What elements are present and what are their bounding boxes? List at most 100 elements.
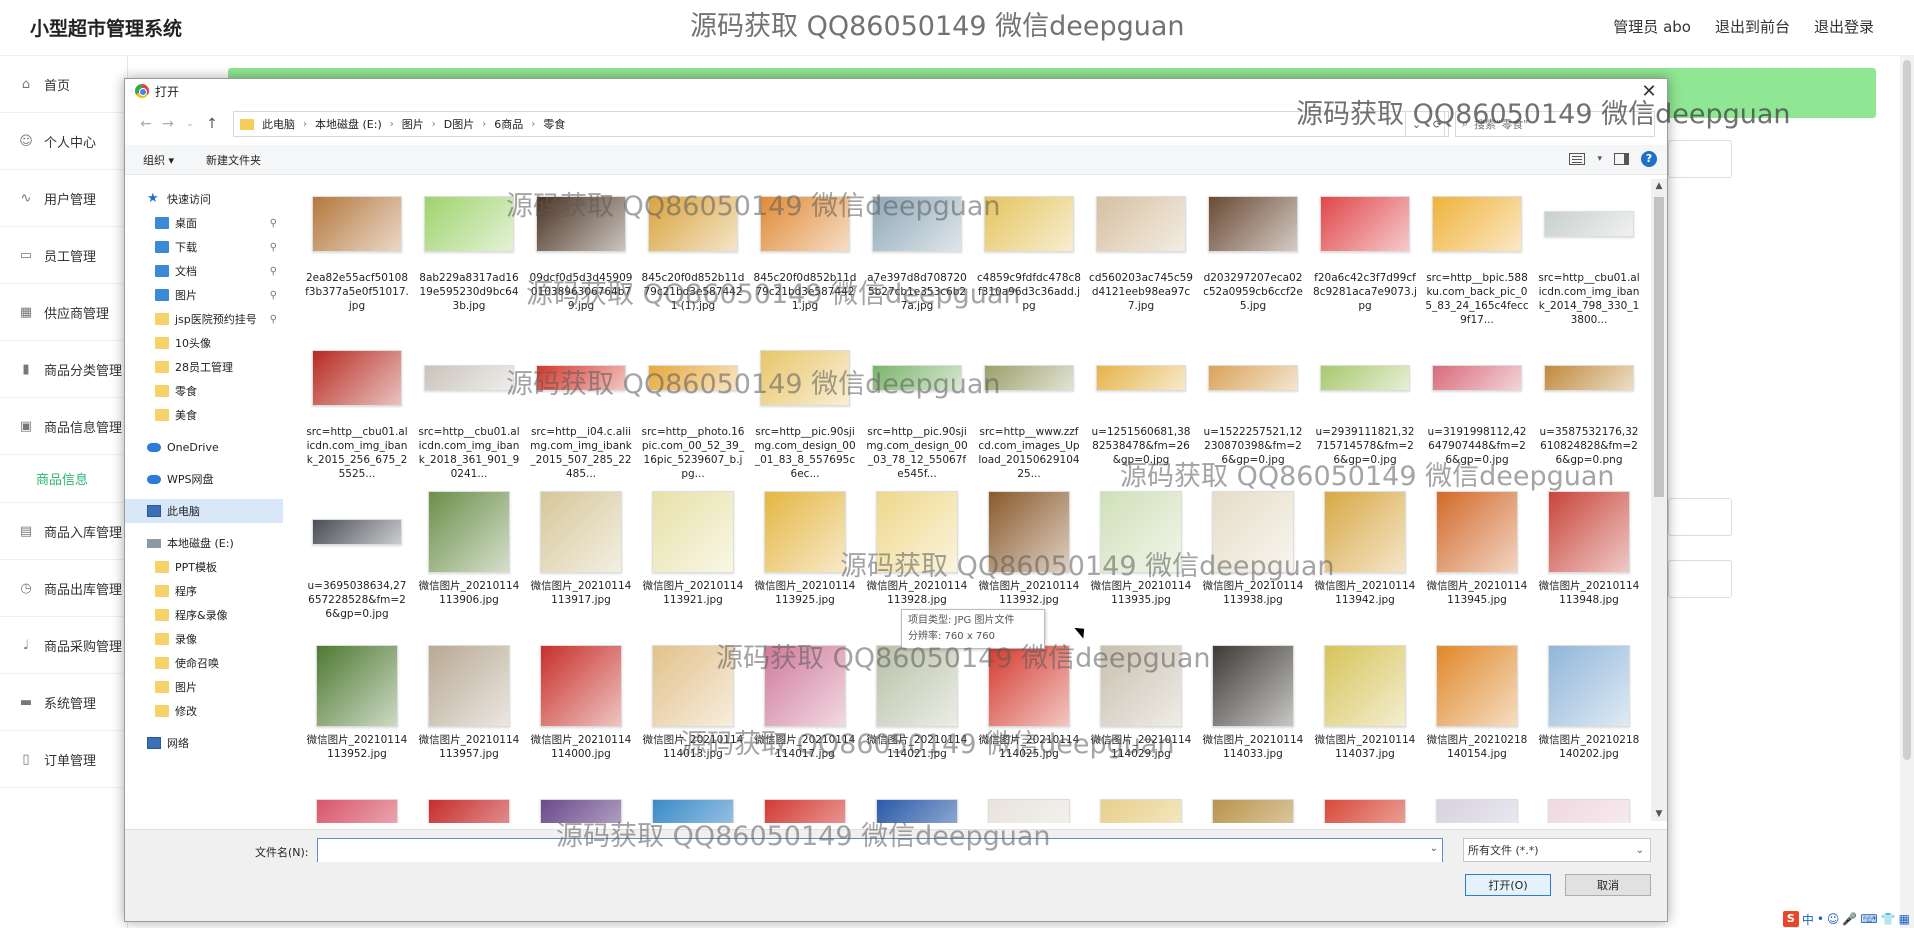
tree-item[interactable]: 下载 ⚲: [125, 235, 283, 259]
file-item[interactable]: u=1522257521,12230870398&fm=26&gp=0.jpg: [1197, 333, 1309, 481]
file-item[interactable]: 微信图片_20210114113906.jpg: [413, 487, 525, 635]
tree-item[interactable]: 本地磁盘 (E:): [125, 531, 283, 555]
file-item[interactable]: [1533, 795, 1641, 823]
file-item[interactable]: src=http__cbu01.alicdn.com_img_ibank_201…: [413, 333, 525, 481]
file-item[interactable]: 微信图片_20210114114029.jpg: [1085, 641, 1197, 789]
sidebar-item[interactable]: ▣ 商品信息管理: [0, 398, 127, 455]
breadcrumb-item[interactable]: 图片 ›: [402, 116, 444, 132]
file-item[interactable]: u=1251560681,3882538478&fm=26&gp=0.jpg: [1085, 333, 1197, 481]
dot-icon[interactable]: •: [1817, 912, 1824, 926]
address-bar[interactable]: 此电脑 › 本地磁盘 (E:) › 图片 › D图片 › 6商品 › 零食: [233, 111, 1445, 137]
file-item[interactable]: 2ea82e55acf50108f3b377a5e0f51017.jpg: [301, 179, 413, 327]
file-item[interactable]: src=http__i04.c.aliimg.com_img_ibank_201…: [525, 333, 637, 481]
tree-item[interactable]: PPT模板: [125, 555, 283, 579]
chevron-down-icon[interactable]: ⌄: [1412, 118, 1421, 131]
mic-icon[interactable]: 🎤: [1842, 912, 1857, 926]
file-item[interactable]: [749, 795, 861, 823]
file-item[interactable]: 微信图片_20210114113948.jpg: [1533, 487, 1641, 635]
file-item[interactable]: src=http__pic.90sjimg.com_design_00_03_7…: [861, 333, 973, 481]
file-item[interactable]: [973, 795, 1085, 823]
chevron-right-icon[interactable]: ›: [303, 119, 307, 130]
tree-item[interactable]: jsp医院预约挂号 ⚲: [125, 307, 283, 331]
up-arrow-icon[interactable]: ↑: [201, 116, 223, 132]
file-item[interactable]: [413, 795, 525, 823]
tree-item[interactable]: 网络: [125, 731, 283, 755]
file-item[interactable]: [1197, 795, 1309, 823]
file-item[interactable]: 微信图片_20210218140154.jpg: [1421, 641, 1533, 789]
tree-item[interactable]: 图片 ⚲: [125, 283, 283, 307]
file-item[interactable]: 微信图片_20210114113917.jpg: [525, 487, 637, 635]
view-options-icon[interactable]: [1569, 153, 1586, 165]
file-item[interactable]: src=http__pic.90sjimg.com_design_00_01_8…: [749, 333, 861, 481]
tree-item[interactable]: 零食: [125, 379, 283, 403]
breadcrumb-item[interactable]: 此电脑 ›: [262, 116, 315, 132]
breadcrumb-item[interactable]: 本地磁盘 (E:) ›: [315, 116, 402, 132]
sidebar-item[interactable]: ▯ 订单管理: [0, 731, 127, 788]
sidebar-item[interactable]: ∿ 用户管理: [0, 170, 127, 227]
breadcrumb-item[interactable]: 零食: [543, 116, 565, 132]
page-scrollbar[interactable]: [1900, 56, 1914, 928]
file-scrollbar-thumb[interactable]: [1654, 197, 1664, 497]
file-item[interactable]: u=2939111821,32715714578&fm=26&gp=0.jpg: [1309, 333, 1421, 481]
tree-item[interactable]: 10头像: [125, 331, 283, 355]
tree-item[interactable]: 使命召唤: [125, 651, 283, 675]
filename-input[interactable]: [318, 839, 1442, 862]
tree-item[interactable]: WPS网盘: [125, 467, 283, 491]
sidebar-item[interactable]: ▦ 供应商管理: [0, 284, 127, 341]
new-folder-button[interactable]: 新建文件夹: [206, 152, 261, 168]
refresh-icon[interactable]: ⟳: [1433, 118, 1442, 131]
file-item[interactable]: u=3587532176,32610824828&fm=26&gp=0.png: [1533, 333, 1641, 481]
chevron-right-icon[interactable]: ›: [482, 119, 486, 130]
file-item[interactable]: 微信图片_20210114114013.jpg: [637, 641, 749, 789]
file-item[interactable]: [861, 795, 973, 823]
chevron-down-icon[interactable]: ▾: [1597, 154, 1602, 164]
sidebar-item[interactable]: ▤ 商品入库管理: [0, 503, 127, 560]
scroll-up-icon[interactable]: ▲: [1651, 181, 1667, 191]
file-item[interactable]: 微信图片_20210114114021.jpg: [861, 641, 973, 789]
tree-item[interactable]: 此电脑: [125, 499, 283, 523]
file-item[interactable]: [301, 795, 413, 823]
file-item[interactable]: [1085, 795, 1197, 823]
keyboard-icon[interactable]: ⌨: [1860, 912, 1877, 926]
ime-logo-icon[interactable]: S: [1782, 911, 1799, 927]
bg-form-field[interactable]: [1668, 140, 1732, 178]
chevron-right-icon[interactable]: ›: [390, 119, 394, 130]
tree-item[interactable]: 28员工管理: [125, 355, 283, 379]
file-item[interactable]: src=http__photo.16pic.com_00_52_39_16pic…: [637, 333, 749, 481]
sidebar-item[interactable]: ▮ 商品分类管理: [0, 341, 127, 398]
file-item[interactable]: [525, 795, 637, 823]
file-item[interactable]: [1421, 795, 1533, 823]
tree-item[interactable]: OneDrive: [125, 435, 283, 459]
scroll-down-icon[interactable]: ▼: [1651, 809, 1667, 819]
tree-item[interactable]: 美食: [125, 403, 283, 427]
file-item[interactable]: 8ab229a8317ad1619e595230d9bc643b.jpg: [413, 179, 525, 327]
chevron-right-icon[interactable]: ›: [432, 119, 436, 130]
file-item[interactable]: 微信图片_20210218140202.jpg: [1533, 641, 1641, 789]
sidebar-item[interactable]: ▭ 员工管理: [0, 227, 127, 284]
tree-item[interactable]: 图片: [125, 675, 283, 699]
tree-item[interactable]: 程序: [125, 579, 283, 603]
file-item[interactable]: 微信图片_20210114113952.jpg: [301, 641, 413, 789]
file-item[interactable]: a7e397d8d7087205b27cb1e353c6b27a.jpg: [861, 179, 973, 327]
bg-form-field[interactable]: [1668, 498, 1732, 536]
sidebar-item[interactable]: ☺ 个人中心: [0, 113, 127, 170]
open-button[interactable]: 打开(O): [1465, 874, 1551, 896]
sidebar-item[interactable]: 商品信息: [0, 455, 127, 503]
help-icon[interactable]: ?: [1641, 151, 1657, 167]
file-scrollbar[interactable]: ▲ ▼: [1651, 179, 1667, 821]
file-item[interactable]: 微信图片_20210114113945.jpg: [1421, 487, 1533, 635]
sidebar-item[interactable]: ▬ 系统管理: [0, 674, 127, 731]
file-item[interactable]: u=3695038634,27657228528&fm=26&gp=0.jpg: [301, 487, 413, 635]
sidebar-item[interactable]: ♩ 商品采购管理: [0, 617, 127, 674]
sidebar-item[interactable]: ◷ 商品出库管理: [0, 560, 127, 617]
file-item[interactable]: 845c20f0d852b11d79c21bd3e5874421.jpg: [749, 179, 861, 327]
file-item[interactable]: 微信图片_20210114113925.jpg: [749, 487, 861, 635]
file-item[interactable]: src=http__cbu01.alicdn.com_img_ibank_201…: [301, 333, 413, 481]
organize-button[interactable]: 组织 ▾: [143, 152, 174, 168]
skin-icon[interactable]: 👕: [1881, 912, 1896, 926]
back-arrow-icon[interactable]: ←: [135, 116, 157, 132]
file-item[interactable]: 微信图片_20210114114037.jpg: [1309, 641, 1421, 789]
file-item[interactable]: 微信图片_20210114113942.jpg: [1309, 487, 1421, 635]
breadcrumb-item[interactable]: 6商品 ›: [494, 116, 543, 132]
ime-chinese-icon[interactable]: 中: [1802, 911, 1814, 928]
